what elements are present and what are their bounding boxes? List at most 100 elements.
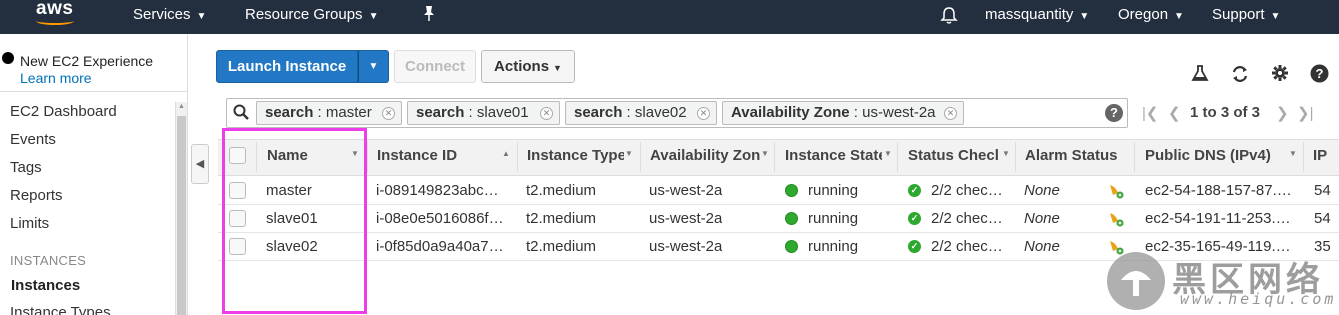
pagination-text: 1 to 3 of 3 [1190, 104, 1261, 121]
refresh-icon-svg [1232, 66, 1248, 82]
cell-instance-state: running [808, 182, 859, 199]
column-divider [1134, 142, 1135, 172]
user-menu[interactable]: massquantity ▼ [985, 6, 1089, 23]
cell-instance-id: i-0f85d0a9a40a7… [376, 238, 504, 255]
flask-icon[interactable] [1190, 64, 1210, 84]
services-menu[interactable]: Services ▼ [133, 6, 206, 23]
filter-chip-master[interactable]: search : master ✕ [256, 101, 402, 125]
bell-plus-icon-svg [1110, 185, 1124, 199]
chevron-down-icon: ▼ [196, 11, 207, 22]
bell-icon[interactable] [940, 6, 958, 29]
column-header-instance-id[interactable]: Instance ID [377, 147, 487, 164]
region-label: Oregon [1118, 6, 1169, 23]
sort-menu-icon[interactable]: ▼ [761, 149, 769, 158]
filter-key: Availability Zone [731, 104, 850, 121]
cell-public-dns: ec2-54-188-157-87.… [1145, 182, 1292, 199]
resource-groups-menu[interactable]: Resource Groups ▼ [245, 6, 378, 23]
support-menu[interactable]: Support ▼ [1212, 6, 1280, 23]
column-divider [1015, 142, 1016, 172]
flask-icon-svg [1191, 65, 1209, 81]
column-header-public-dns[interactable]: Public DNS (IPv4) [1145, 147, 1285, 164]
sidebar-item-instances[interactable]: Instances [11, 277, 80, 294]
next-page-icon[interactable]: ❯ [1276, 104, 1289, 122]
chevron-down-icon: ▼ [1174, 11, 1184, 22]
launch-instance-button[interactable]: Launch Instance [216, 50, 358, 83]
highlight-annotation-box [222, 128, 367, 314]
help-circle-icon-svg: ? [1310, 64, 1328, 83]
remove-filter-icon[interactable]: ✕ [697, 107, 710, 120]
learn-more-link[interactable]: Learn more [20, 70, 92, 86]
support-label: Support [1212, 6, 1265, 23]
create-alarm-icon[interactable] [1108, 211, 1124, 227]
remove-filter-icon[interactable]: ✕ [944, 107, 957, 120]
filter-chip-availability-zone[interactable]: Availability Zone : us-west-2a ✕ [722, 101, 964, 125]
column-header-instance-type[interactable]: Instance Type [527, 147, 624, 164]
last-page-icon[interactable]: ❯| [1297, 104, 1313, 122]
column-divider [774, 142, 775, 172]
services-label: Services [133, 6, 191, 23]
cell-status-checks: 2/2 chec… [931, 182, 1003, 199]
sidebar-scroll-thumb[interactable] [177, 116, 186, 315]
scroll-up-icon[interactable]: ▲ [177, 103, 186, 113]
sort-menu-icon[interactable]: ▼ [884, 149, 892, 158]
cell-instance-state: running [808, 238, 859, 255]
running-status-icon [785, 212, 798, 225]
sidebar-divider [0, 91, 188, 92]
sidebar-item-limits[interactable]: Limits [10, 215, 49, 232]
sidebar-item-tags[interactable]: Tags [10, 159, 42, 176]
sort-menu-icon[interactable]: ▼ [1289, 149, 1297, 158]
cell-public-dns: ec2-54-191-11-253.… [1145, 210, 1291, 227]
collapse-sidebar-button[interactable]: ◀ [191, 144, 209, 184]
sort-menu-icon[interactable]: ▼ [625, 149, 633, 158]
first-page-icon[interactable]: |❮ [1142, 104, 1158, 122]
check-icon: ✓ [908, 184, 921, 197]
bell-icon-svg [940, 7, 958, 24]
new-experience-toggle[interactable] [2, 52, 14, 64]
cell-instance-type: t2.medium [526, 210, 597, 227]
gear-icon[interactable] [1270, 64, 1290, 84]
cell-availability-zone: us-west-2a [649, 182, 723, 199]
sidebar-item-instance-types[interactable]: Instance Types [10, 304, 111, 315]
prev-page-icon[interactable]: ❮ [1168, 104, 1181, 122]
sidebar-item-ec2-dashboard[interactable]: EC2 Dashboard [10, 103, 117, 120]
launch-instance-dropdown[interactable]: ▼ [358, 50, 389, 83]
search-icon-svg [233, 104, 249, 120]
filter-key: search [265, 104, 314, 121]
watermark-url: www.heiqu.com [1180, 290, 1337, 308]
column-header-instance-state[interactable]: Instance State [785, 147, 882, 164]
column-header-availability-zone[interactable]: Availability Zon [650, 147, 760, 164]
create-alarm-icon[interactable] [1108, 183, 1124, 199]
refresh-icon[interactable] [1230, 64, 1250, 84]
filter-value: slave02 [634, 104, 687, 121]
filter-chip-slave01[interactable]: search : slave01 ✕ [407, 101, 560, 125]
pin-icon[interactable] [422, 5, 436, 27]
check-icon: ✓ [908, 240, 921, 253]
search-help-icon[interactable]: ? [1105, 104, 1123, 122]
filter-key: search [416, 104, 465, 121]
actions-button[interactable]: Actions ▼ [481, 50, 575, 83]
column-divider [897, 142, 898, 172]
filter-value: slave01 [476, 104, 529, 121]
region-menu[interactable]: Oregon ▼ [1118, 6, 1184, 23]
column-header-alarm-status[interactable]: Alarm Status [1025, 147, 1125, 164]
chevron-down-icon: ▼ [1270, 11, 1281, 22]
cell-instance-id: i-089149823abc… [376, 182, 499, 199]
cell-availability-zone: us-west-2a [649, 238, 723, 255]
chevron-left-icon: ◀ [195, 158, 205, 170]
remove-filter-icon[interactable]: ✕ [540, 107, 553, 120]
filter-chip-slave02[interactable]: search : slave02 ✕ [565, 101, 717, 125]
watermark-mushroom-icon [1121, 271, 1151, 296]
aws-logo-smile [36, 17, 74, 25]
chevron-down-icon: ▼ [553, 63, 562, 73]
sidebar-item-events[interactable]: Events [10, 131, 56, 148]
remove-filter-icon[interactable]: ✕ [382, 107, 395, 120]
cell-availability-zone: us-west-2a [649, 210, 723, 227]
chevron-down-icon: ▼ [1079, 11, 1090, 22]
cell-alarm-status: None [1024, 238, 1060, 255]
column-header-status-checks[interactable]: Status Checl [908, 147, 1002, 164]
sort-ascending-icon[interactable]: ▲ [502, 149, 510, 158]
column-header-ipv4[interactable]: IP [1313, 147, 1339, 164]
sort-menu-icon[interactable]: ▼ [1002, 149, 1010, 158]
sidebar-item-reports[interactable]: Reports [10, 187, 63, 204]
help-circle-icon[interactable]: ? [1309, 64, 1329, 84]
